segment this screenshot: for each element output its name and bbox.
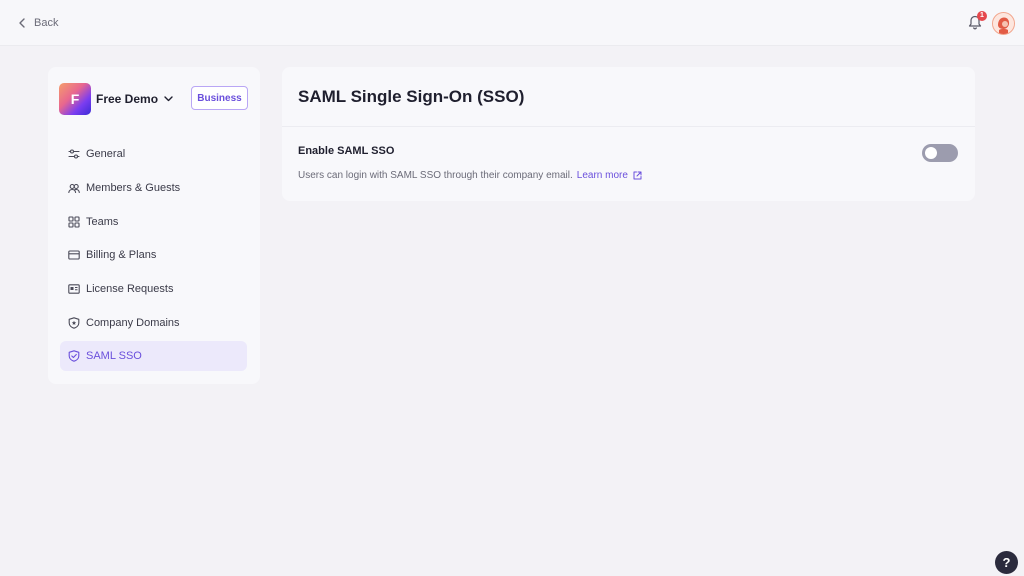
sidebar-item-label: Members & Guests [86,182,181,194]
sidebar-item-license-requests[interactable]: License Requests [60,274,247,304]
workspace-name: Free Demo [96,92,159,106]
external-link-icon [633,171,642,179]
back-label: Back [34,17,59,29]
sidebar-item-members[interactable]: Members & Guests [60,173,247,203]
id-card-icon [68,284,80,294]
setting-description-row: Users can login with SAML SSO through th… [298,168,642,182]
sidebar-item-general[interactable]: General [60,139,247,169]
sidebar-item-label: SAML SSO [86,350,142,362]
setting-label: Enable SAML SSO [298,145,395,157]
learn-more-link[interactable]: Learn more [577,170,642,181]
toggle-knob [925,147,937,159]
chevron-left-icon [19,18,25,28]
workspace-logo: F [59,83,91,115]
divider [282,126,975,127]
page-title: SAML Single Sign-On (SSO) [298,87,525,106]
avatar-icon [993,13,1014,34]
grid-icon [68,216,80,228]
help-button[interactable]: ? [995,551,1018,574]
user-avatar[interactable] [992,12,1015,35]
workspace-switcher[interactable]: Free Demo [96,91,173,107]
shield-check-icon [68,350,80,362]
sidebar-item-saml-sso[interactable]: SAML SSO [60,341,247,371]
sidebar-item-label: License Requests [86,283,174,295]
top-bar: Back 1 [0,0,1024,46]
sidebar-item-label: Teams [86,216,119,228]
credit-card-icon [68,250,80,260]
chevron-down-icon [164,96,173,102]
sidebar-item-label: General [86,148,126,160]
sidebar-item-label: Billing & Plans [86,249,157,261]
enable-saml-sso-toggle[interactable] [922,144,958,162]
sliders-icon [68,149,80,159]
saml-sso-panel: SAML Single Sign-On (SSO) Enable SAML SS… [282,67,975,201]
sidebar-item-label: Company Domains [86,317,180,329]
users-icon [68,183,80,194]
learn-more-label: Learn more [576,169,628,181]
settings-sidebar: F Free Demo Business General Members & G… [48,67,260,384]
sidebar-item-company-domains[interactable]: Company Domains [60,308,247,338]
sidebar-item-teams[interactable]: Teams [60,207,247,237]
plan-badge: Business [191,86,248,110]
back-button[interactable]: Back [18,14,58,32]
setting-description: Users can login with SAML SSO through th… [298,169,573,181]
shield-star-icon [68,317,80,329]
sidebar-item-billing[interactable]: Billing & Plans [60,240,247,270]
notification-count-badge: 1 [977,11,987,21]
